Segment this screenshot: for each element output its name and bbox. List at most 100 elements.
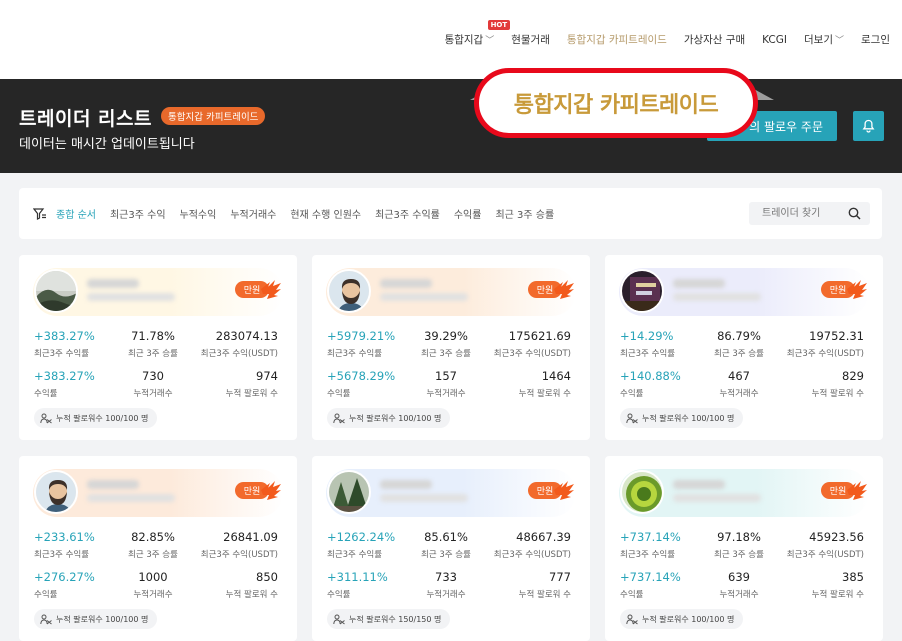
- stat-label: 누적거래수: [426, 389, 466, 399]
- stat-total-followers: 850 누적 팔로워 수: [226, 570, 278, 600]
- stat-recent-profit: 45923.56 최근3주 수익(USDT): [787, 530, 864, 560]
- follower-capacity-tag: 누적 팔로워수 100/100 명: [620, 408, 744, 428]
- stat-recent-winrate: 82.85% 최근 3주 승률: [113, 530, 193, 560]
- stat-value: 86.79%: [717, 329, 761, 343]
- trader-id-blurred: [380, 494, 468, 502]
- stat-label: 최근3주 수익(USDT): [200, 349, 278, 359]
- nav-item-login[interactable]: 로그인: [861, 32, 890, 47]
- stat-value: 97.18%: [717, 530, 761, 544]
- stat-label: 누적 팔로워 수: [518, 389, 571, 399]
- stat-label: 최근3주 수익률: [327, 349, 383, 359]
- filter-total-trades[interactable]: 누적거래수: [230, 206, 276, 221]
- stat-return-rate: +737.14% 수익률: [620, 570, 681, 600]
- stat-total-trades: 1000 누적거래수: [113, 570, 193, 600]
- stat-label: 최근3주 수익(USDT): [200, 550, 278, 560]
- stat-recent-return: +1262.24% 최근3주 수익률: [327, 530, 395, 560]
- nav-item-buy-crypto[interactable]: 가상자산 구매: [684, 32, 745, 47]
- trader-id-blurred: [87, 293, 175, 301]
- filter-recent-winrate[interactable]: 최근 3주 승률: [495, 206, 554, 221]
- hot-badge: HOT: [487, 20, 511, 30]
- nav-menu: 통합지갑 ﹀ HOT 현물거래 통합지갑 카피트레이드 가상자산 구매 KCGI …: [428, 20, 890, 47]
- followers-icon: [333, 614, 345, 624]
- copytrade-tag: 통합지갑 카피트레이드: [161, 107, 266, 125]
- stat-value: 467: [728, 369, 750, 383]
- stat-label: 최근 3주 승률: [128, 550, 178, 560]
- trader-id-blurred: [673, 293, 761, 301]
- stat-value: +383.27%: [34, 369, 95, 383]
- stat-total-trades: 639 누적거래수: [699, 570, 779, 600]
- filter-overall[interactable]: 종합 순서: [56, 206, 96, 221]
- trader-card[interactable]: 만원 +737.14% 최근3주 수익률 97.18% 최근 3주 승률 45923…: [605, 456, 883, 641]
- filter-total-profit[interactable]: 누적수익: [180, 206, 217, 221]
- full-badge: 만원: [821, 480, 867, 501]
- full-badge: 만원: [235, 480, 281, 501]
- follower-capacity-tag: 누적 팔로워수 100/100 명: [620, 609, 744, 629]
- stat-recent-winrate: 85.61% 최근 3주 승률: [406, 530, 486, 560]
- filter-recent-profit[interactable]: 최근3주 수익: [110, 206, 166, 221]
- stat-label: 최근 3주 승률: [128, 349, 178, 359]
- stat-value: 82.85%: [131, 530, 175, 544]
- stat-total-followers: 974 누적 팔로워 수: [226, 369, 278, 399]
- stat-value: +1262.24%: [327, 530, 396, 544]
- trader-name-blurred: [380, 480, 432, 489]
- followers-icon: [40, 413, 52, 423]
- search-icon[interactable]: [848, 207, 861, 220]
- nav-item-spot[interactable]: 현물거래: [511, 32, 550, 47]
- stat-return-rate: +311.11% 수익률: [327, 570, 388, 600]
- notification-button[interactable]: [853, 111, 884, 141]
- flame-icon: [847, 280, 867, 299]
- flame-icon: [261, 481, 281, 500]
- stat-value: +737.14%: [620, 570, 681, 584]
- stat-value: 639: [728, 570, 750, 584]
- stat-value: 39.29%: [424, 329, 468, 343]
- stat-label: 수익률: [34, 590, 58, 600]
- nav-item-more[interactable]: 더보기 ﹀: [804, 32, 844, 47]
- stat-label: 최근3주 수익(USDT): [786, 550, 864, 560]
- trader-card[interactable]: 만원 +383.27% 최근3주 수익률 71.78% 최근 3주 승률 28307…: [19, 255, 297, 440]
- nav-item-wallet[interactable]: 통합지갑 ﹀ HOT: [444, 20, 511, 47]
- trader-card[interactable]: 만원 +14.29% 최근3주 수익률 86.79% 최근 3주 승률 19752.…: [605, 255, 883, 440]
- stat-recent-return: +14.29% 최근3주 수익률: [620, 329, 675, 359]
- trader-avatar[interactable]: [34, 269, 78, 313]
- trader-avatar[interactable]: [620, 470, 664, 514]
- stat-recent-winrate: 39.29% 최근 3주 승률: [406, 329, 486, 359]
- trader-avatar[interactable]: [34, 470, 78, 514]
- trader-avatar[interactable]: [327, 470, 371, 514]
- stat-value: +140.88%: [620, 369, 681, 383]
- stat-value: +737.14%: [620, 530, 681, 544]
- stat-total-trades: 157 누적거래수: [406, 369, 486, 399]
- trader-id-blurred: [673, 494, 761, 502]
- filter-current-followers[interactable]: 현재 수행 인원수: [290, 206, 361, 221]
- trader-card[interactable]: 만원 +5979.21% 최근3주 수익률 39.29% 최근 3주 승률 1756…: [312, 255, 590, 440]
- stat-value: +233.61%: [34, 530, 95, 544]
- stat-label: 최근3주 수익률: [620, 550, 676, 560]
- follower-capacity-text: 누적 팔로워수 100/100 명: [56, 614, 149, 624]
- stat-value: 71.78%: [131, 329, 175, 343]
- follower-capacity-text: 누적 팔로워수 150/150 명: [349, 614, 442, 624]
- trader-avatar[interactable]: [620, 269, 664, 313]
- stat-label: 수익률: [34, 389, 58, 399]
- stat-return-rate: +276.27% 수익률: [34, 570, 95, 600]
- trader-avatar[interactable]: [327, 269, 371, 313]
- nav-item-copytrade[interactable]: 통합지갑 카피트레이드: [567, 32, 667, 47]
- full-badge: 만원: [821, 279, 867, 300]
- stat-label: 최근 3주 승률: [714, 550, 764, 560]
- filter-return-rate[interactable]: 수익률: [454, 206, 482, 221]
- chevron-down-icon: ﹀: [835, 36, 845, 46]
- sort-filter-icon[interactable]: [33, 207, 47, 221]
- stat-recent-profit: 48667.39 최근3주 수익(USDT): [494, 530, 571, 560]
- stat-label: 최근3주 수익률: [620, 349, 676, 359]
- flame-icon: [554, 280, 574, 299]
- nav-item-kcgi[interactable]: KCGI: [762, 34, 787, 46]
- filter-recent-return[interactable]: 최근3주 수익률: [375, 206, 440, 221]
- stat-value: 1000: [138, 570, 168, 584]
- stat-return-rate: +383.27% 수익률: [34, 369, 95, 399]
- nav-item-label: 통합지갑: [444, 34, 484, 46]
- stat-recent-winrate: 86.79% 최근 3주 승률: [699, 329, 779, 359]
- stat-recent-winrate: 71.78% 최근 3주 승률: [113, 329, 193, 359]
- trader-card[interactable]: 만원 +233.61% 최근3주 수익률 82.85% 최근 3주 승률 26841…: [19, 456, 297, 641]
- flame-icon: [554, 481, 574, 500]
- trader-card[interactable]: 만원 +1262.24% 최근3주 수익률 85.61% 최근 3주 승률 4866…: [312, 456, 590, 641]
- stat-recent-return: +5979.21% 최근3주 수익률: [327, 329, 395, 359]
- stat-label: 누적 팔로워 수: [225, 389, 278, 399]
